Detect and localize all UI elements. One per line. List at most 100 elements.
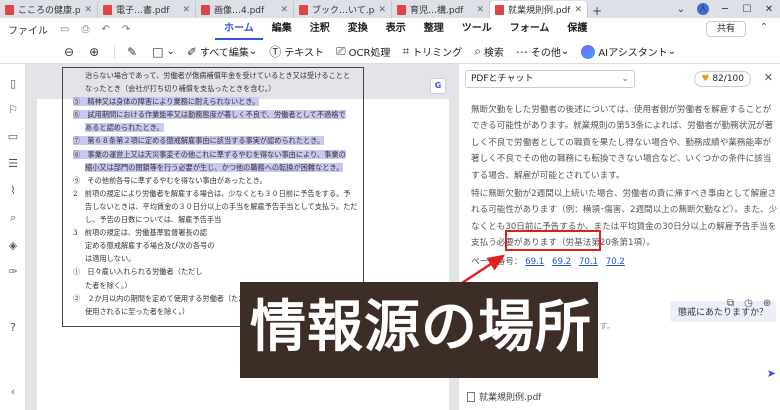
highlighted-text: ⑤ 精神又は身体の障害により業務に耐えられないとき。: [73, 97, 260, 107]
edit-all-button[interactable]: ✐ すべて編集 ⌄: [186, 44, 257, 60]
file-menu[interactable]: ファイル: [8, 22, 48, 37]
ai-assistant-button[interactable]: AIアシスタント ⌄: [581, 44, 676, 59]
document-line: あると認められたとき。: [73, 121, 357, 134]
shape-button[interactable]: □ ⌄: [152, 45, 175, 59]
menu-form[interactable]: フォーム: [501, 18, 559, 40]
save-icon[interactable]: ▭: [60, 24, 69, 35]
page-thumbnails-icon[interactable]: ▯: [7, 78, 19, 90]
chevron-down-icon[interactable]: ⌄: [670, 4, 692, 15]
highlighted-text: 縮小又は部門の閉鎖等を行う必要が生じ、かつ他の職務への転換が困難なとき。: [85, 162, 344, 172]
ocr-icon: ⎚: [336, 44, 346, 58]
menu-protect[interactable]: 保護: [558, 18, 596, 40]
text-button[interactable]: Ⓣ テキスト: [269, 43, 324, 60]
page-link[interactable]: 70.2: [606, 257, 625, 267]
page-link[interactable]: 69.2: [552, 257, 571, 267]
close-icon[interactable]: ✕: [764, 71, 773, 84]
avatar[interactable]: 人: [697, 3, 709, 15]
highlight-button[interactable]: ✎: [127, 45, 140, 59]
tab-5[interactable]: 育児…構.pdf ✕: [392, 1, 490, 18]
line-text: ① 日々雇い入れられる労働者（ただし: [73, 267, 203, 277]
zoom-in-button[interactable]: ⊕: [89, 45, 102, 59]
history-icon[interactable]: ◷: [744, 298, 753, 309]
comment-icon[interactable]: ▭: [7, 131, 19, 143]
bookmark-icon[interactable]: ⚐: [7, 104, 19, 116]
minimize-icon[interactable]: ─: [714, 4, 736, 15]
annotation-highlight-box: [505, 230, 601, 251]
highlighted-text: ⑥ 試用期間における作業能率又は勤務態度が著しく不良で、労働者として不適格で: [73, 110, 346, 120]
search-button[interactable]: ⌕ 検索: [474, 44, 504, 59]
menu-organize[interactable]: 整理: [415, 18, 453, 40]
send-icon[interactable]: ➤: [767, 367, 776, 380]
line-text: 定める懲戒解雇する場合及び次の各号の: [85, 241, 215, 251]
chat-mode-select[interactable]: PDFとチャット ⌄: [465, 70, 635, 88]
attachment-icon[interactable]: ⌇: [7, 185, 19, 197]
tab-4[interactable]: ブック…いて.pdf✕: [294, 1, 392, 18]
close-icon[interactable]: ✕: [182, 5, 190, 15]
line-text: 告しないときは、平均賃金の３０日分以上の手当を解雇予告手当として支払う。ただ: [85, 201, 357, 211]
menu-edit[interactable]: 編集: [263, 18, 301, 40]
close-window-icon[interactable]: ✕: [758, 4, 780, 15]
share-button[interactable]: 共有: [705, 21, 746, 37]
stack-icon[interactable]: ◈: [7, 240, 19, 252]
quick-access: ▭ ⎙ ↶ ↷: [60, 24, 130, 35]
menu-convert[interactable]: 変換: [339, 18, 377, 40]
tab-bar: こころの健康.pdf✕ 電子…書.pdf✕ 画像…4.pdf✕ ブック…いて.p…: [0, 0, 780, 18]
window-controls: ⌄ 人 ─ ☐ ✕: [670, 0, 780, 18]
chevron-up-icon[interactable]: ⌃: [760, 22, 768, 33]
help-icon[interactable]: ?: [7, 322, 19, 334]
signature-icon[interactable]: ✑: [7, 266, 19, 278]
search-icon: ⌕: [474, 44, 481, 58]
maximize-icon[interactable]: ☐: [736, 4, 758, 15]
document-line: 定める懲戒解雇する場合及び次の各号の: [73, 239, 357, 252]
menu-view[interactable]: 表示: [377, 18, 415, 40]
close-icon[interactable]: ✕: [574, 5, 582, 15]
new-tab-icon[interactable]: +: [588, 4, 606, 18]
toolbar: ⊖ ⊕ ✎ □ ⌄ ✐ すべて編集 ⌄ Ⓣ テキスト ⎚ OCR処理 ⌗ トリミング ⌕ 検索…: [0, 40, 780, 64]
redo-icon[interactable]: ↷: [122, 24, 130, 35]
tab-3[interactable]: 画像…4.pdf ✕: [196, 1, 294, 18]
tab-1[interactable]: こころの健康.pdf✕: [0, 1, 98, 18]
file-chip[interactable]: 就業規則例.pdf: [467, 390, 541, 403]
ai-icon: [581, 44, 596, 59]
line-text: 3 前項の規定は、労働基準監督署長の認: [73, 228, 207, 238]
page-link[interactable]: 70.1: [579, 257, 598, 267]
zoom-out-icon: ⊖: [64, 44, 75, 59]
ocr-button[interactable]: ⎚ OCR処理: [336, 44, 390, 59]
close-icon[interactable]: ✕: [476, 5, 484, 15]
layers-icon[interactable]: ☰: [7, 158, 19, 170]
left-sidebar: ▯ ⚐ ▭ ☰ ⌇ ⌕ ◈ ✑ ? ‹: [0, 64, 26, 410]
more-icon: ⋯: [515, 44, 528, 59]
document-line: ① 日々雇い入れられる労働者（ただし: [73, 265, 357, 278]
collapse-icon[interactable]: ‹: [7, 386, 19, 398]
line-text: 使用されるに至った者を除く。）: [85, 306, 190, 316]
search-icon[interactable]: ⌕: [7, 212, 19, 224]
line-text: は適用しない。: [85, 254, 136, 264]
more-button[interactable]: ⋯ その他 ⌄: [515, 44, 569, 60]
tab-6-active[interactable]: 就業規則例.pdf ✕: [490, 1, 588, 18]
highlighted-text: あると認められたとき。: [85, 123, 164, 133]
document-line: は適用しない。: [73, 252, 357, 265]
document-line: 3 前項の規定は、労働基準監督署長の認: [73, 226, 357, 239]
tab-2[interactable]: 電子…書.pdf ✕: [98, 1, 196, 18]
translate-icon[interactable]: G: [430, 78, 446, 94]
copy-icon[interactable]: ⧉: [727, 298, 734, 309]
menu-annotate[interactable]: 注釈: [301, 18, 339, 40]
line-text: 治らない場合であって、労働者が傷病補償年金を受けているとき又は受けることと: [85, 71, 351, 80]
document-line: ⑨ その他前各号に準ずるやむを得ない事由があったとき。: [73, 174, 357, 187]
heart-icon: ♥: [701, 74, 710, 84]
add-icon[interactable]: ⊕: [763, 298, 771, 309]
undo-icon[interactable]: ↶: [101, 24, 109, 35]
page-link[interactable]: 69.1: [525, 257, 544, 267]
pdf-icon: [5, 4, 14, 15]
close-icon[interactable]: ✕: [84, 5, 92, 15]
print-icon[interactable]: ⎙: [81, 24, 89, 35]
trim-button[interactable]: ⌗ トリミング: [402, 44, 462, 59]
close-icon[interactable]: ✕: [280, 5, 288, 15]
menu-home[interactable]: ホーム: [215, 18, 263, 40]
menu-tools[interactable]: ツール: [453, 18, 501, 40]
zoom-out-button[interactable]: ⊖: [64, 45, 77, 59]
divider: [114, 44, 116, 59]
pdf-icon: [495, 4, 504, 15]
edit-icon: ✐: [186, 44, 197, 59]
close-icon[interactable]: ✕: [378, 5, 386, 15]
